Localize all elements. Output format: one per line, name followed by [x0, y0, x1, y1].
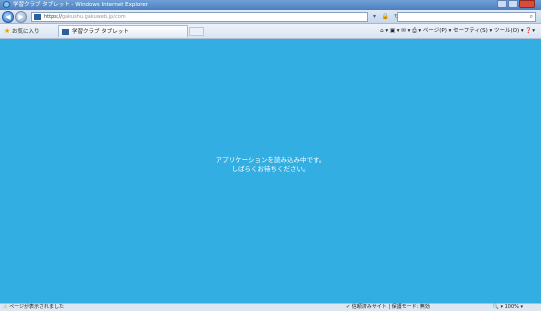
url-path: /com: [113, 14, 126, 20]
print-icon[interactable]: ⎙ ▾: [412, 28, 421, 34]
lock-icon[interactable]: 🔒: [381, 12, 390, 21]
loading-message: アプリケーションを読み込み中です。 しばらくお待ちください。: [0, 156, 541, 174]
page-content: アプリケーションを読み込み中です。 しばらくお待ちください。: [0, 39, 541, 303]
back-button[interactable]: ◀: [2, 11, 14, 23]
command-bar: ⌂ ▾ ▣ ▾ ✉ ▾ ⎙ ▾ ページ(P) ▾ セーフティ(S) ▾ ツール(…: [380, 26, 535, 36]
trusted-check-icon: ✔: [346, 304, 351, 310]
url-text: https://gakushu.gakuweb.jp/com: [44, 13, 126, 21]
title-bar: 学習クラブ タブレット - Windows Internet Explorer: [0, 0, 541, 10]
favorites-label: お気に入り: [12, 29, 40, 35]
url-host: gakushu.gakuweb.jp: [61, 14, 114, 20]
help-icon[interactable]: ❓▾: [525, 28, 535, 34]
close-button[interactable]: [519, 0, 535, 8]
favorites-button[interactable]: ★ お気に入り: [4, 26, 40, 36]
caption-buttons: [497, 0, 535, 8]
url-input[interactable]: https://gakushu.gakuweb.jp/com: [31, 12, 368, 22]
zoom-text: 100%: [504, 304, 519, 310]
security-zone[interactable]: ✔ 信頼済みサイト | 保護モード: 無効: [346, 304, 430, 311]
command-menus[interactable]: ページ(P) ▾ セーフティ(S) ▾ ツール(O) ▾: [423, 28, 524, 34]
status-bar: ⚠ ページが表示されました ✔ 信頼済みサイト | 保護モード: 無効 🔍 ▾ …: [0, 303, 541, 311]
tab-favicon-icon: [62, 29, 69, 35]
mail-icon[interactable]: ✉ ▾: [401, 28, 410, 34]
maximize-button[interactable]: [508, 0, 518, 8]
tab-title: 学習クラブ タブレット: [72, 29, 129, 35]
loading-line-1: アプリケーションを読み込み中です。: [215, 156, 326, 164]
status-message: ⚠ ページが表示されました: [3, 304, 64, 311]
zone-text: 信頼済みサイト | 保護モード: 無効: [351, 304, 430, 310]
browser-tab[interactable]: 学習クラブ タブレット: [58, 25, 188, 37]
home-icon[interactable]: ⌂ ▾: [380, 28, 388, 34]
new-tab-button[interactable]: [189, 27, 204, 36]
page-status-icon: ⚠: [3, 304, 8, 310]
forward-button[interactable]: ▶: [15, 11, 27, 23]
browser-window: 学習クラブ タブレット - Windows Internet Explorer …: [0, 0, 541, 311]
search-input[interactable]: ⌕: [397, 12, 536, 22]
address-bar: ◀ ▶ https://gakushu.gakuweb.jp/com ▾ 🔒 ↻…: [0, 10, 541, 24]
window-title: 学習クラブ タブレット - Windows Internet Explorer: [13, 2, 149, 8]
zoom-control[interactable]: 🔍 ▾ 100% ▾: [493, 304, 523, 311]
feeds-icon[interactable]: ▣ ▾: [390, 28, 400, 34]
site-favicon-icon: [34, 14, 41, 20]
address-dropdown-icon[interactable]: ▾: [370, 12, 379, 21]
loading-line-2: しばらくお待ちください。: [231, 165, 310, 173]
ie-logo-icon: [3, 1, 10, 8]
url-prefix: https://: [44, 14, 62, 20]
zoom-icon: 🔍 ▾: [492, 304, 503, 310]
star-icon: ★: [4, 27, 11, 35]
minimize-button[interactable]: [497, 0, 507, 8]
favorites-bar: ★ お気に入り 学習クラブ タブレット ⌂ ▾ ▣ ▾ ✉ ▾ ⎙ ▾ ページ(…: [0, 24, 541, 39]
status-text: ページが表示されました: [9, 304, 64, 310]
search-icon[interactable]: ⌕: [530, 13, 533, 21]
